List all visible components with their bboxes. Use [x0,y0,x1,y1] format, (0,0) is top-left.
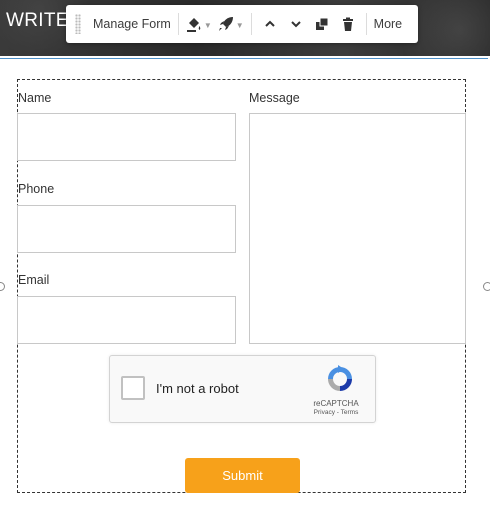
duplicate-icon [315,17,329,30]
manage-form-button[interactable]: Manage Form [93,17,171,31]
recaptcha-logo-icon [328,365,352,391]
phone-label: Phone [18,182,55,196]
caret-down-icon: ▼ [203,20,212,30]
recaptcha-checkbox[interactable] [121,376,145,400]
message-textarea[interactable] [249,113,466,344]
element-toolbar: Manage Form ▼ ▼ More [66,5,418,43]
move-up-button[interactable] [259,12,281,36]
email-input[interactable] [17,296,236,344]
toolbar-divider [177,13,179,35]
toolbar-divider [250,13,252,35]
rocket-icon [218,17,233,31]
chevron-up-icon [264,20,275,27]
resize-handle-right[interactable] [483,282,490,291]
page-heading: WRITE [6,10,69,31]
chevron-down-icon [290,21,301,28]
submit-button[interactable]: Submit [185,458,300,493]
rocket-button[interactable]: ▼ [218,12,244,36]
recaptcha-widget: I'm not a robot reCAPTCHA Privacy - Term… [109,355,376,423]
paint-bucket-button[interactable]: ▼ [186,12,212,36]
duplicate-button[interactable] [311,12,333,36]
more-button[interactable]: More [374,17,402,31]
recaptcha-brand-text: reCAPTCHA [313,399,359,408]
move-down-button[interactable] [285,12,307,36]
phone-input[interactable] [17,205,236,253]
toolbar-divider [365,13,367,35]
email-label: Email [18,273,50,287]
caret-down-icon: ▼ [235,20,244,30]
paint-bucket-icon [186,18,201,32]
recaptcha-checkbox-label: I'm not a robot [156,381,239,396]
drag-handle-icon[interactable] [75,14,81,34]
message-label: Message [249,91,300,105]
name-input[interactable] [17,113,236,161]
delete-button[interactable] [337,12,359,36]
name-label: Name [18,91,52,105]
trash-icon [342,17,353,31]
recaptcha-privacy-terms-link[interactable]: Privacy - Terms [298,409,374,416]
